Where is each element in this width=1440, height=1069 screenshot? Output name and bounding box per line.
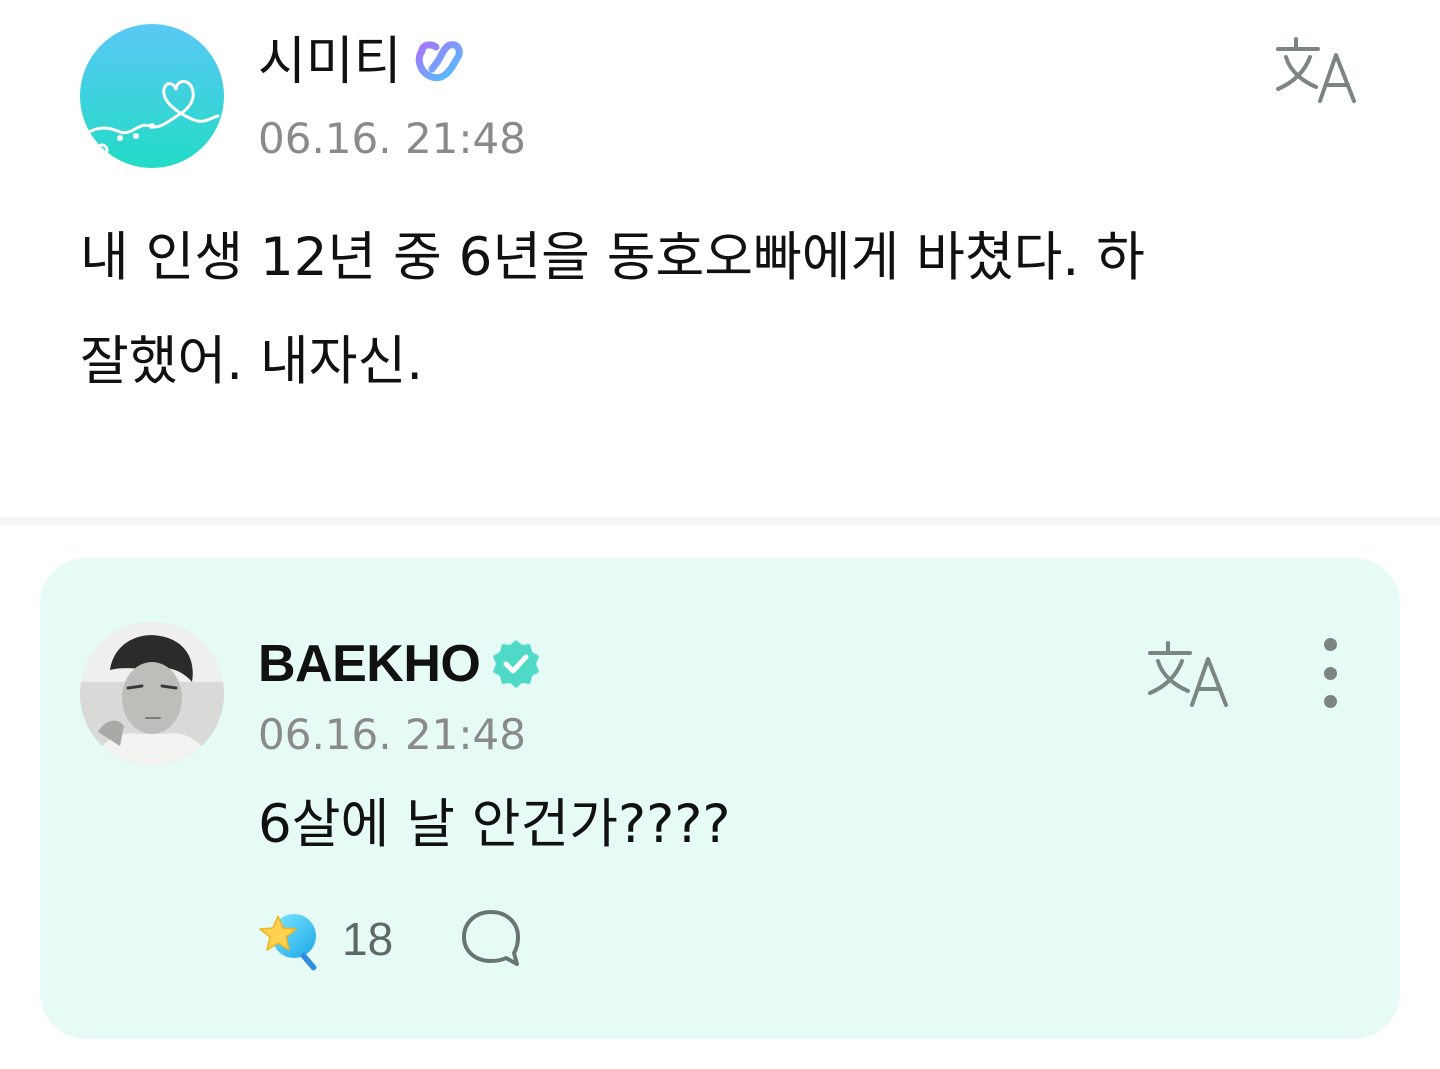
cheer-button[interactable]: 18 [258,906,393,972]
translate-icon [1276,37,1356,103]
translate-button[interactable] [1272,30,1362,110]
author-name[interactable]: 시미티 [258,30,468,94]
reaction-bar: 18 [258,904,523,974]
membership-badge-icon [415,41,463,82]
post-detail-page: 시미티 06.16. 21:48 내 인생 12년 중 6년을 동호오빠에게 바… [0,0,1440,1069]
reply-body: 6살에 날 안건가???? [258,794,731,855]
more-options-button[interactable] [1310,638,1350,708]
author-name-text: 시미티 [258,32,402,92]
reply-timestamp: 06.16. 21:48 [258,710,526,759]
cheer-star-icon [259,914,317,971]
reply-translate-button[interactable] [1144,634,1234,714]
post-body: 내 인생 12년 중 6년을 동호오빠에게 바쳤다. 하 잘했어. 내자신. [80,206,1300,414]
artist-name[interactable]: BAEKHO [258,632,542,696]
verified-badge-icon [493,640,540,688]
cheer-count: 18 [342,913,394,965]
section-divider [0,517,1440,525]
post-header: 시미티 06.16. 21:48 [80,24,1380,169]
comment-button[interactable] [459,908,523,970]
artist-name-text: BAEKHO [258,635,481,693]
artist-reply-card: BAEKHO 06.16. 21:48 6살에 날 안건가???? 18 [40,558,1400,1039]
more-dot [1323,695,1337,708]
post-timestamp: 06.16. 21:48 [258,114,526,163]
avatar[interactable] [80,24,224,168]
artist-avatar[interactable] [80,622,224,766]
post-body-line-1: 내 인생 12년 중 6년을 동호오빠에게 바쳤다. 하 [80,227,1145,288]
more-dot [1323,666,1337,680]
artist-avatar-image [80,622,224,766]
comment-bubble-icon [462,910,521,966]
fan-avatar-image [80,24,224,168]
more-dot [1323,638,1337,651]
post-body-line-2: 잘했어. 내자신. [80,331,424,392]
translate-icon [1148,641,1228,707]
